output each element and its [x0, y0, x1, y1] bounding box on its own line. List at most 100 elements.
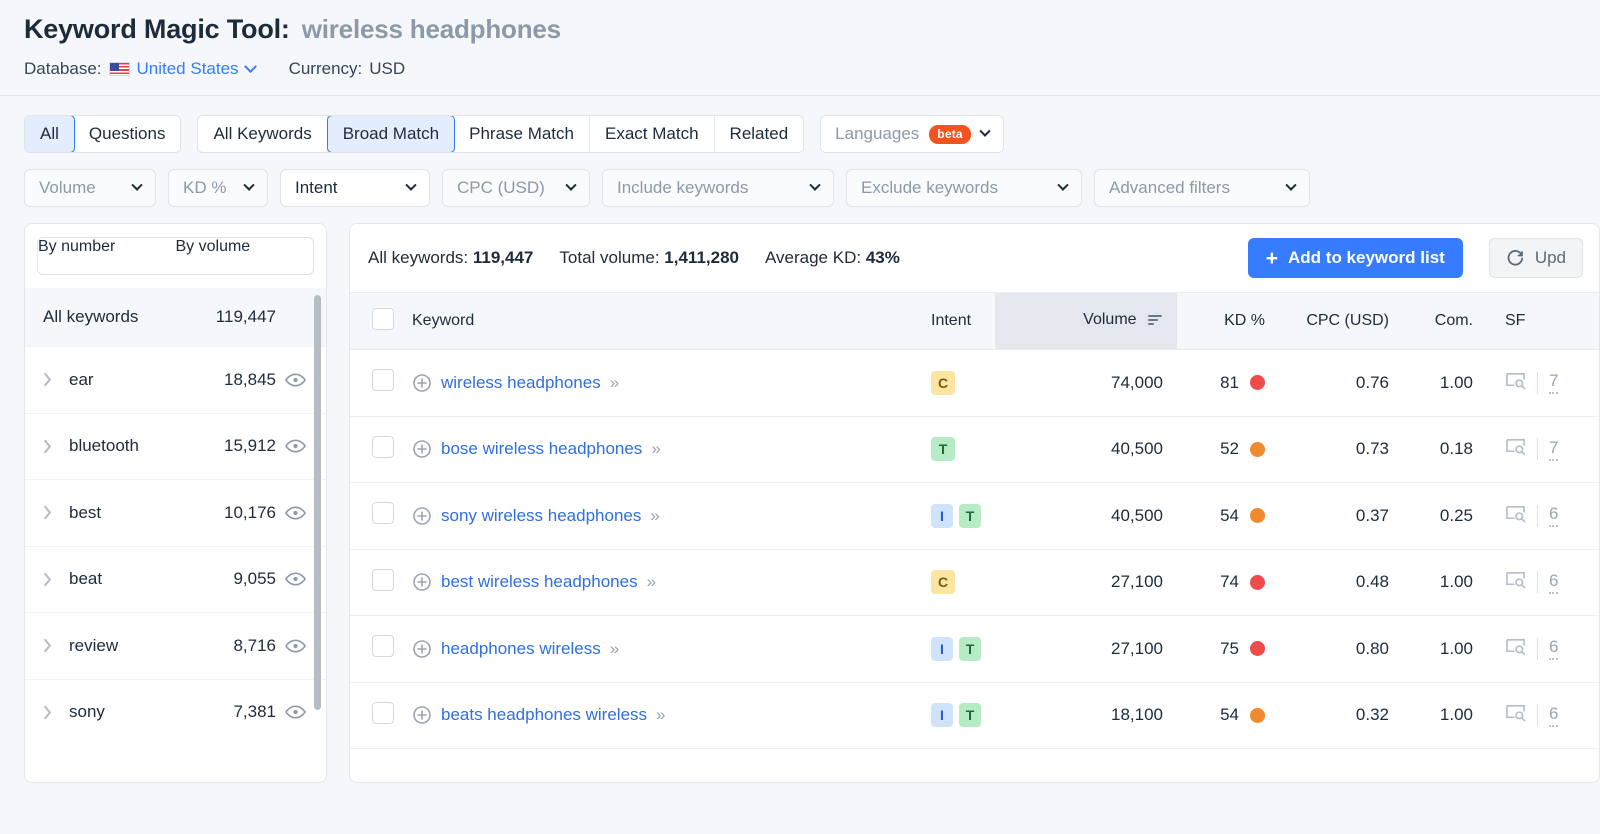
chevron-down-icon	[405, 180, 416, 191]
tab-broad-match[interactable]: Broad Match	[327, 115, 455, 153]
filter-advanced[interactable]: Advanced filters	[1094, 169, 1310, 207]
row-kd-cell: 52	[1177, 416, 1279, 483]
th-intent[interactable]: Intent	[917, 293, 995, 350]
row-checkbox[interactable]	[372, 502, 394, 524]
row-checkbox[interactable]	[372, 569, 394, 591]
th-sf[interactable]: SF	[1487, 293, 1599, 350]
plus-circle-icon[interactable]	[412, 639, 432, 659]
row-sf-value[interactable]: 7	[1549, 438, 1558, 461]
database-selector[interactable]: Database: United States	[24, 59, 255, 79]
table-row[interactable]: sony wireless headphones»IT40,500540.370…	[350, 483, 1599, 550]
tab-phrase-match[interactable]: Phrase Match	[454, 116, 590, 152]
chevron-right-icon[interactable]	[43, 638, 61, 653]
plus-circle-icon[interactable]	[412, 705, 432, 725]
row-volume: 40,500	[995, 416, 1177, 483]
keyword-link[interactable]: headphones wireless	[441, 639, 601, 659]
serp-preview-icon[interactable]	[1505, 570, 1526, 594]
keyword-link[interactable]: best wireless headphones	[441, 572, 638, 592]
filter-volume[interactable]: Volume	[24, 169, 156, 207]
row-checkbox[interactable]	[372, 436, 394, 458]
chevron-right-icon[interactable]	[43, 705, 61, 720]
double-chevron-right-icon[interactable]: »	[656, 705, 665, 725]
row-sf-value[interactable]: 6	[1549, 704, 1558, 727]
row-sf-value[interactable]: 7	[1549, 371, 1558, 394]
double-chevron-right-icon[interactable]: »	[610, 373, 619, 393]
filter-intent[interactable]: Intent	[280, 169, 430, 207]
select-all-checkbox[interactable]	[372, 308, 394, 330]
keyword-link[interactable]: bose wireless headphones	[441, 439, 642, 459]
beta-badge: beta	[929, 125, 970, 144]
sidebar-scrollbar[interactable]	[314, 295, 321, 710]
plus-circle-icon[interactable]	[412, 439, 432, 459]
tab-questions[interactable]: Questions	[74, 116, 181, 152]
row-checkbox[interactable]	[372, 635, 394, 657]
th-com[interactable]: Com.	[1403, 293, 1487, 350]
sidebar-item-beat[interactable]: beat9,055	[25, 546, 326, 613]
keyword-link[interactable]: sony wireless headphones	[441, 506, 641, 526]
add-to-keyword-list-button[interactable]: + Add to keyword list	[1248, 238, 1463, 278]
chevron-right-icon[interactable]	[43, 505, 61, 520]
filter-include-keywords[interactable]: Include keywords	[602, 169, 834, 207]
filter-exclude-keywords[interactable]: Exclude keywords	[846, 169, 1082, 207]
serp-preview-icon[interactable]	[1505, 371, 1526, 395]
filter-kd[interactable]: KD %	[168, 169, 268, 207]
row-sf-value[interactable]: 6	[1549, 504, 1558, 527]
double-chevron-right-icon[interactable]: »	[647, 572, 656, 592]
serp-preview-icon[interactable]	[1505, 437, 1526, 461]
row-volume: 40,500	[995, 483, 1177, 550]
chevron-down-icon[interactable]	[246, 62, 255, 76]
keyword-link[interactable]: beats headphones wireless	[441, 705, 647, 725]
row-sf-value[interactable]: 6	[1549, 571, 1558, 594]
table-row[interactable]: bose wireless headphones»T40,500520.730.…	[350, 416, 1599, 483]
tab-exact-match[interactable]: Exact Match	[590, 116, 715, 152]
eye-icon[interactable]	[276, 505, 306, 521]
serp-preview-icon[interactable]	[1505, 637, 1526, 661]
tab-all-keywords[interactable]: All Keywords	[198, 116, 327, 152]
eye-icon[interactable]	[276, 704, 306, 720]
double-chevron-right-icon[interactable]: »	[610, 639, 619, 659]
serp-preview-icon[interactable]	[1505, 504, 1526, 528]
plus-circle-icon[interactable]	[412, 506, 432, 526]
eye-icon[interactable]	[276, 638, 306, 654]
plus-circle-icon[interactable]	[412, 373, 432, 393]
th-keyword[interactable]: Keyword	[412, 293, 917, 350]
chevron-right-icon[interactable]	[43, 372, 61, 387]
chevron-right-icon[interactable]	[43, 572, 61, 587]
keyword-link[interactable]: wireless headphones	[441, 373, 601, 393]
table-row[interactable]: beats headphones wireless»IT18,100540.32…	[350, 682, 1599, 749]
row-checkbox[interactable]	[372, 369, 394, 391]
table-row[interactable]: wireless headphones»C74,000810.761.007	[350, 350, 1599, 417]
sidebar-item-best[interactable]: best10,176	[25, 479, 326, 546]
table-row[interactable]: headphones wireless»IT27,100750.801.006	[350, 616, 1599, 683]
row-sf-value[interactable]: 6	[1549, 637, 1558, 660]
sidebar-item-sony[interactable]: sony7,381	[25, 679, 326, 746]
eye-icon[interactable]	[276, 571, 306, 587]
tab-all[interactable]: All	[24, 115, 75, 153]
eye-icon[interactable]	[276, 372, 306, 388]
sidebar-item-review[interactable]: review8,716	[25, 612, 326, 679]
sf-divider	[1537, 638, 1538, 660]
th-cpc[interactable]: CPC (USD)	[1279, 293, 1403, 350]
database-value[interactable]: United States	[137, 59, 239, 79]
double-chevron-right-icon[interactable]: »	[651, 439, 660, 459]
plus-circle-icon[interactable]	[412, 572, 432, 592]
chevron-right-icon[interactable]	[43, 439, 61, 454]
serp-preview-icon[interactable]	[1505, 703, 1526, 727]
th-kd[interactable]: KD %	[1177, 293, 1279, 350]
tab-by-volume[interactable]: By volume	[176, 238, 314, 274]
eye-icon[interactable]	[276, 438, 306, 454]
sidebar-item-ear[interactable]: ear18,845	[25, 346, 326, 413]
sidebar-item-bluetooth[interactable]: bluetooth15,912	[25, 413, 326, 480]
stat-total-volume-label: Total volume:	[559, 248, 659, 267]
tab-related[interactable]: Related	[715, 116, 804, 152]
filter-cpc[interactable]: CPC (USD)	[442, 169, 590, 207]
us-flag-icon	[109, 62, 130, 76]
tab-by-number[interactable]: By number	[38, 238, 176, 274]
row-checkbox[interactable]	[372, 702, 394, 724]
languages-dropdown[interactable]: Languages beta	[820, 115, 1004, 153]
sidebar-item-all-keywords[interactable]: All keywords 119,447	[25, 288, 326, 346]
update-metrics-button[interactable]: Upd	[1489, 238, 1583, 278]
double-chevron-right-icon[interactable]: »	[650, 506, 659, 526]
th-volume[interactable]: Volume	[995, 293, 1177, 350]
table-row[interactable]: best wireless headphones»C27,100740.481.…	[350, 549, 1599, 616]
